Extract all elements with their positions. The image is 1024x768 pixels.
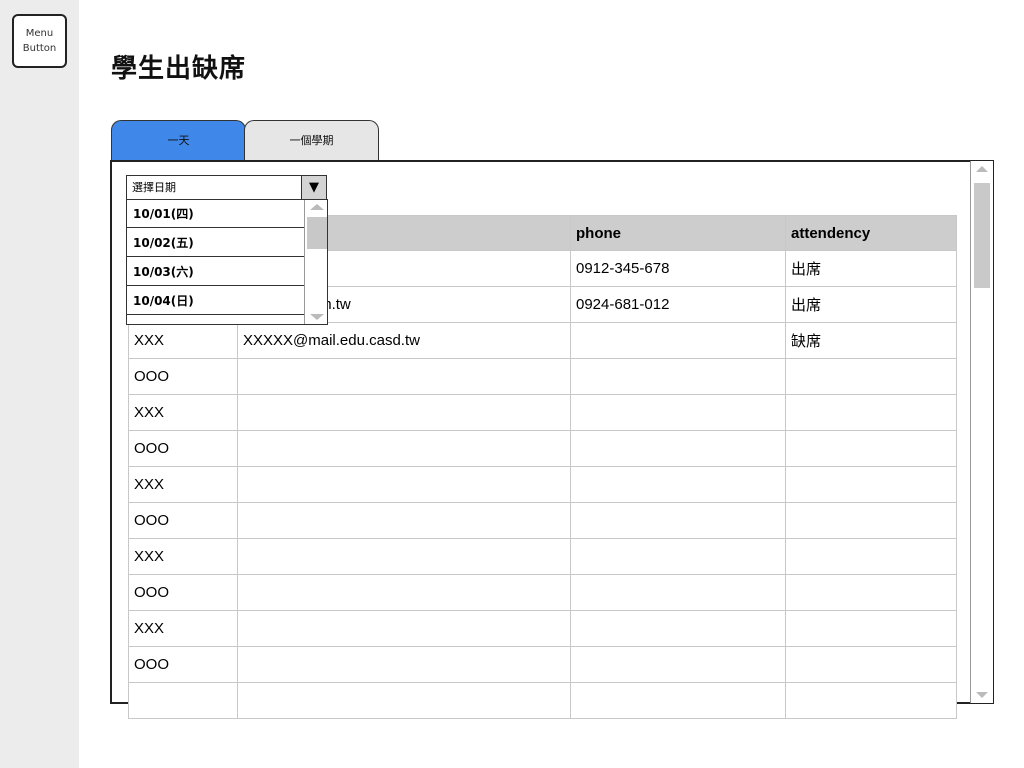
attendency-cell xyxy=(785,610,957,647)
phone-cell xyxy=(570,502,786,539)
date-select[interactable]: 選擇日期 ▼ xyxy=(126,175,327,200)
panel-scrollbar[interactable] xyxy=(970,161,993,703)
table-row: OOO xyxy=(128,502,957,539)
attendency-cell xyxy=(785,538,957,575)
page-title: 學生出缺席 xyxy=(111,54,247,84)
email-cell xyxy=(237,394,571,431)
attendency-cell xyxy=(785,394,957,431)
attendency-cell: 缺席 xyxy=(785,322,957,359)
phone-cell xyxy=(570,682,786,719)
attendency-cell xyxy=(785,574,957,611)
name-cell: XXX xyxy=(128,394,238,431)
sidebar: Menu Button xyxy=(0,0,79,768)
name-cell: XXX xyxy=(128,538,238,575)
dropdown-arrow-icon[interactable]: ▼ xyxy=(301,175,327,200)
email-cell xyxy=(237,682,571,719)
email-cell xyxy=(237,502,571,539)
menu-button[interactable]: Menu Button xyxy=(12,14,67,68)
attendency-cell xyxy=(785,430,957,467)
tab-one-day[interactable]: 一天 xyxy=(111,120,246,161)
phone-cell xyxy=(570,538,786,575)
date-option-1002[interactable]: 10/02(五) xyxy=(127,229,304,257)
attendency-cell xyxy=(785,502,957,539)
phone-cell xyxy=(570,430,786,467)
dropdown-scroll-up-icon[interactable] xyxy=(310,204,324,210)
menu-button-label-line1: Menu xyxy=(25,28,54,39)
scroll-up-arrow-icon[interactable] xyxy=(976,166,988,172)
table-row xyxy=(128,682,957,719)
attendency-cell xyxy=(785,466,957,503)
dropdown-scroll-down-icon[interactable] xyxy=(310,314,324,320)
name-cell xyxy=(128,682,238,719)
phone-cell xyxy=(570,610,786,647)
attendency-cell xyxy=(785,646,957,683)
name-cell: OOO xyxy=(128,574,238,611)
email-cell xyxy=(237,646,571,683)
date-dropdown-list: 10/01(四) 10/02(五) 10/03(六) 10/04(日) xyxy=(126,199,328,325)
scroll-down-arrow-icon[interactable] xyxy=(976,692,988,698)
column-header-attendency: attendency xyxy=(785,215,957,251)
dropdown-scrollbar[interactable] xyxy=(304,200,327,324)
date-option-1003[interactable]: 10/03(六) xyxy=(127,258,304,286)
email-cell xyxy=(237,538,571,575)
table-row: OOO xyxy=(128,574,957,611)
phone-cell xyxy=(570,358,786,395)
table-row: XXX xyxy=(128,538,957,575)
phone-cell xyxy=(570,466,786,503)
phone-cell: 0924-681-012 xyxy=(570,286,786,323)
attendency-cell xyxy=(785,682,957,719)
phone-cell xyxy=(570,394,786,431)
name-cell: OOO xyxy=(128,430,238,467)
email-cell xyxy=(237,466,571,503)
name-cell: OOO xyxy=(128,358,238,395)
name-cell: OOO xyxy=(128,502,238,539)
table-row: XXX xyxy=(128,466,957,503)
column-header-phone: phone xyxy=(570,215,786,251)
phone-cell xyxy=(570,322,786,359)
phone-cell: 0912-345-678 xyxy=(570,250,786,287)
date-select-value: 選擇日期 xyxy=(132,181,176,194)
email-cell xyxy=(237,430,571,467)
dropdown-scrollbar-thumb[interactable] xyxy=(307,217,327,249)
tab-one-semester[interactable]: 一個學期 xyxy=(244,120,379,161)
menu-button-label-line2: Button xyxy=(22,43,57,54)
scrollbar-thumb[interactable] xyxy=(974,183,990,288)
date-option-1001[interactable]: 10/01(四) xyxy=(127,200,304,228)
name-cell: XXX xyxy=(128,610,238,647)
table-row: XXX xyxy=(128,610,957,647)
email-cell xyxy=(237,610,571,647)
name-cell: XXX xyxy=(128,322,238,359)
phone-cell xyxy=(570,574,786,611)
table-row: XXX XXXXX@mail.edu.casd.tw 缺席 xyxy=(128,322,957,359)
email-cell xyxy=(237,574,571,611)
name-cell: OOO xyxy=(128,646,238,683)
table-row: OOO xyxy=(128,358,957,395)
name-cell: XXX xyxy=(128,466,238,503)
table-row: OOO xyxy=(128,646,957,683)
table-row: OOO xyxy=(128,430,957,467)
table-row: XXX xyxy=(128,394,957,431)
email-cell: XXXXX@mail.edu.casd.tw xyxy=(237,322,571,359)
attendency-cell: 出席 xyxy=(785,250,957,287)
date-option-1004[interactable]: 10/04(日) xyxy=(127,287,304,315)
attendency-cell xyxy=(785,358,957,395)
email-cell xyxy=(237,358,571,395)
attendency-cell: 出席 xyxy=(785,286,957,323)
phone-cell xyxy=(570,646,786,683)
